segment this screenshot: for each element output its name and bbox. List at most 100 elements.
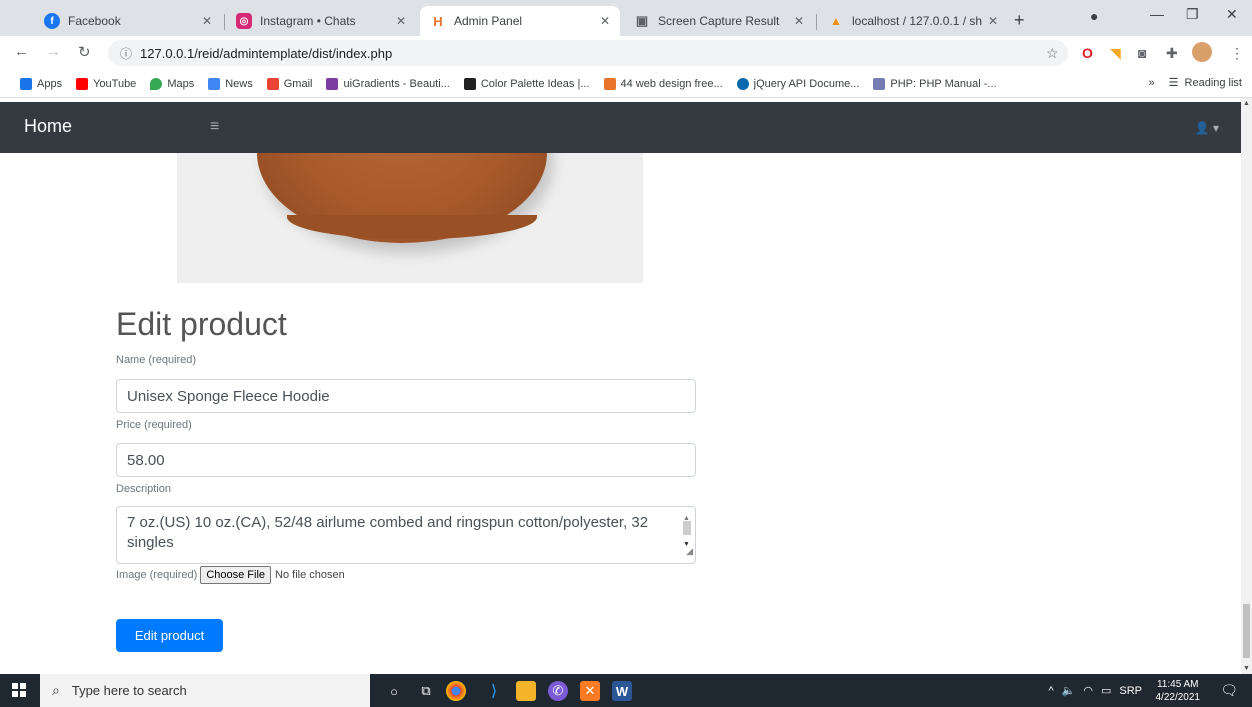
maps-pin-icon: [150, 77, 163, 90]
bookmark-news[interactable]: News: [208, 77, 253, 90]
new-tab-icon[interactable]: +: [1014, 10, 1025, 31]
resize-grip-icon[interactable]: ◢: [686, 541, 693, 561]
info-icon[interactable]: ⓘ: [120, 45, 132, 62]
task-view-icon[interactable]: ⧉: [416, 681, 436, 701]
scroll-up-icon[interactable]: ▲: [1243, 100, 1250, 107]
bookmark-label: YouTube: [93, 77, 137, 90]
description-text: 7 oz.(US) 10 oz.(CA), 52/48 airlume comb…: [127, 514, 649, 551]
cortana-icon[interactable]: ○: [384, 681, 404, 701]
minimize-icon[interactable]: —: [1150, 6, 1164, 22]
youtube-icon: [76, 77, 89, 90]
extensions-icon[interactable]: ✚: [1166, 45, 1178, 62]
jquery-icon: [736, 77, 749, 90]
name-label: Name (required): [116, 354, 197, 366]
tab-title: Instagram • Chats: [260, 14, 356, 28]
volume-icon[interactable]: 🔈: [1062, 684, 1076, 697]
bookmark-color-palette[interactable]: Color Palette Ideas |...: [463, 77, 590, 90]
tab-instagram[interactable]: ◎ Instagram • Chats ✕: [226, 6, 416, 36]
bookmark-php-manual[interactable]: PHP: PHP Manual -...: [873, 77, 997, 90]
windows-start-icon[interactable]: [12, 683, 26, 697]
product-description-textarea[interactable]: 7 oz.(US) 10 oz.(CA), 52/48 airlume comb…: [116, 506, 696, 564]
close-icon[interactable]: ✕: [794, 14, 804, 28]
close-icon[interactable]: ✕: [988, 14, 998, 28]
navbar-brand[interactable]: Home: [24, 116, 72, 137]
chevron-up-icon[interactable]: ^: [1048, 685, 1053, 697]
news-icon: [208, 77, 221, 90]
vscode-icon[interactable]: ⟩: [484, 681, 504, 701]
notification-icon[interactable]: 🗨: [1220, 682, 1238, 699]
bookmark-apps[interactable]: Apps: [20, 77, 63, 90]
edit-product-button[interactable]: Edit product: [116, 619, 223, 652]
tab-admin-panel[interactable]: H Admin Panel ✕: [420, 6, 620, 36]
php-icon: [873, 77, 886, 90]
reading-list-icon[interactable]: ☰: [1169, 76, 1179, 89]
tab-facebook[interactable]: f Facebook ✕: [34, 6, 222, 36]
tab-title: Admin Panel: [454, 14, 523, 28]
web-design-icon: [603, 77, 616, 90]
word-icon[interactable]: W: [612, 681, 632, 701]
bookmark-maps[interactable]: Maps: [150, 77, 194, 90]
tab-title: localhost / 127.0.0.1 / shop |: [852, 14, 982, 28]
bookmark-gmail[interactable]: Gmail: [266, 77, 313, 90]
phpmyadmin-icon: ▲: [830, 14, 842, 28]
back-icon[interactable]: ←: [14, 43, 29, 60]
url-text: 127.0.0.1/reid/admintemplate/dist/index.…: [140, 45, 393, 61]
product-price-input[interactable]: [116, 443, 696, 477]
rss-icon[interactable]: ◥: [1110, 45, 1121, 62]
reload-icon[interactable]: ↻: [78, 43, 91, 61]
bookmark-label: Gmail: [283, 77, 313, 90]
profile-avatar[interactable]: [1192, 42, 1212, 62]
tab-screen-capture[interactable]: ▣ Screen Capture Result ✕: [624, 6, 814, 36]
hoodie-waistband: [287, 215, 537, 239]
clock[interactable]: 11:45 AM 4/22/2021: [1156, 678, 1201, 704]
bookmark-label: uiGradients - Beauti...: [343, 77, 450, 90]
file-status: No file chosen: [275, 569, 345, 581]
user-dropdown-icon[interactable]: 👤 ▾: [1195, 121, 1219, 135]
uigradients-icon: [326, 77, 339, 90]
close-icon[interactable]: ✕: [396, 14, 406, 28]
hamburger-menu-icon[interactable]: ≡: [210, 118, 219, 136]
bookmarks-overflow: » ☰ Reading list: [1149, 76, 1242, 90]
bookmark-jquery[interactable]: jQuery API Docume...: [736, 77, 860, 90]
scroll-down-icon[interactable]: ▼: [1243, 665, 1250, 672]
menu-kebab-icon[interactable]: ⋮: [1230, 45, 1244, 62]
close-icon[interactable]: ✕: [600, 14, 610, 28]
bookmark-label: Apps: [37, 77, 63, 90]
opera-icon[interactable]: O: [1082, 45, 1093, 61]
reading-list-link[interactable]: Reading list: [1185, 77, 1242, 89]
image-upload-row: Image (required) Choose File No file cho…: [116, 566, 345, 584]
chrome-icon[interactable]: [446, 681, 466, 701]
tab-phpmyadmin[interactable]: ▲ localhost / 127.0.0.1 / shop | ✕: [818, 6, 1008, 36]
bookmark-label: jQuery API Docume...: [753, 77, 860, 90]
chevron-double-right-icon[interactable]: »: [1149, 77, 1155, 89]
tab-title: Facebook: [68, 14, 121, 28]
page-scrollbar[interactable]: ▲ ▼: [1241, 98, 1252, 674]
bookmark-web-design[interactable]: 44 web design free...: [603, 77, 723, 90]
bookmarks-bar: Apps YouTube Maps News Gmail uiGradients…: [0, 70, 1252, 98]
taskbar-search[interactable]: ⌕ Type here to search: [40, 674, 370, 707]
close-icon[interactable]: ✕: [202, 14, 212, 28]
language-indicator[interactable]: SRP: [1119, 685, 1142, 697]
battery-icon[interactable]: ▭: [1101, 684, 1111, 697]
bookmark-star-icon[interactable]: ☆: [1046, 45, 1059, 62]
address-bar[interactable]: ⓘ 127.0.0.1/reid/admintemplate/dist/inde…: [108, 40, 1068, 66]
restore-icon[interactable]: ❐: [1186, 6, 1199, 23]
clock-date: 4/22/2021: [1155, 692, 1201, 703]
instagram-icon: ◎: [236, 13, 252, 29]
xampp-icon[interactable]: ✕: [580, 681, 600, 701]
window-close-icon[interactable]: ✕: [1226, 6, 1238, 23]
profile-dot-icon[interactable]: ●: [1090, 8, 1098, 24]
bookmark-youtube[interactable]: YouTube: [76, 77, 137, 90]
scrollbar-thumb[interactable]: [1243, 604, 1250, 658]
windows-taskbar: ⌕ Type here to search ○ ⧉ ⟩ ✆ ✕ W ^ 🔈 ◠ …: [0, 674, 1252, 707]
product-name-input[interactable]: [116, 379, 696, 413]
bookmark-uigradients[interactable]: uiGradients - Beauti...: [326, 77, 450, 90]
camera-icon[interactable]: ◙: [1138, 45, 1146, 61]
browser-tab-strip: f Facebook ✕ ◎ Instagram • Chats ✕ H Adm…: [0, 0, 1252, 36]
textarea-scroll-thumb[interactable]: [683, 521, 691, 535]
choose-file-button[interactable]: Choose File: [200, 566, 272, 584]
viber-icon[interactable]: ✆: [548, 681, 568, 701]
forward-icon[interactable]: →: [46, 43, 61, 60]
file-explorer-icon[interactable]: [516, 681, 536, 701]
wifi-icon[interactable]: ◠: [1083, 684, 1093, 697]
